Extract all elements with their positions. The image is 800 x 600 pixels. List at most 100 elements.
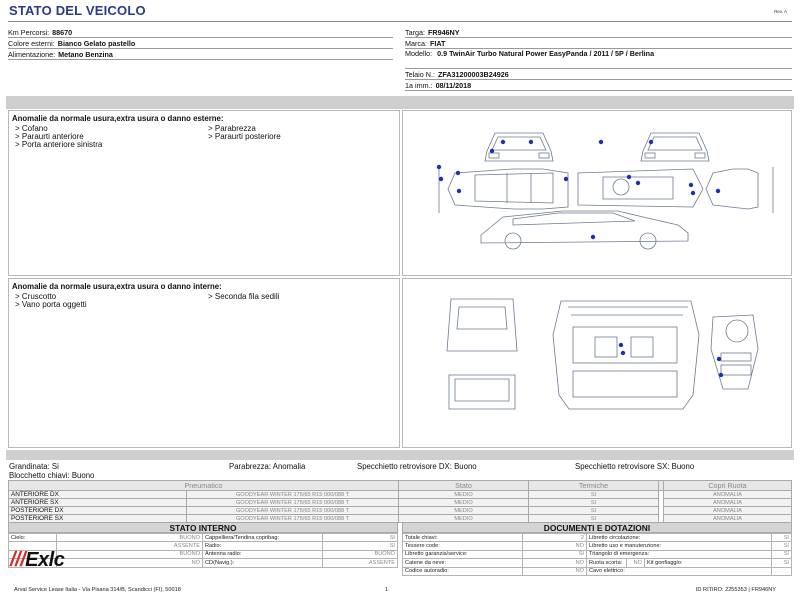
info-row-colore: Colore esterni: Bianco Gelato pastello: [8, 38, 393, 49]
doc-value: SI: [771, 532, 792, 543]
doc-key: Codice autoradio:: [402, 566, 523, 576]
stato-interno-row: ASSENTE Radio: SI: [8, 541, 398, 551]
tyre-model: GOODYEAR WINTER 175/65 R15 000/088 T: [186, 506, 399, 515]
tyre-termiche: SI: [528, 506, 659, 515]
condition-summary: Grandinata: Si Parabrezza: Anomalia Spec…: [9, 462, 793, 480]
tyre-row: ANTERIORE DX GOODYEAR WINTER 175/65 R15 …: [8, 490, 792, 499]
doc-key: Libretto uso e manutenzione:: [586, 541, 772, 551]
logo-text: Exlc: [25, 549, 65, 571]
doc-key: Kit gonfiaggio:: [644, 558, 772, 568]
footer-address: Arval Service Lease Italia - Via Pisana …: [14, 587, 181, 593]
marca-value: FIAT: [429, 39, 446, 48]
stato-interno-title: STATO INTERNO: [8, 522, 398, 533]
doc-value: [771, 566, 792, 576]
doc-key: Ruota scorta:: [586, 558, 627, 568]
damage-item-seconda-fila-sedili: > Seconda fila sedili: [208, 292, 280, 301]
logo-slashes: ///: [10, 549, 26, 571]
tyre-stato: MEDIO: [398, 506, 529, 515]
tyre-copri-ruota: ANOMALIA: [663, 506, 792, 515]
documenti-row: Libretto garanzia/service: SI Triangolo …: [402, 549, 792, 560]
damage-item-paraurti-posteriore: > Paraurti posteriore: [208, 132, 281, 141]
doc-value: NO: [626, 558, 645, 568]
doc-value: SI: [522, 549, 587, 560]
doc-value: 2: [522, 532, 587, 543]
exterior-car-outline-icon: [436, 132, 774, 250]
internal-damage-panel: Anomalie da normale usura,extra usura o …: [8, 278, 400, 448]
exterior-car-diagram: [402, 110, 792, 276]
page-title: STATO DEL VEICOLO: [9, 3, 146, 18]
pneumatico-header: Pneumatico: [8, 480, 399, 491]
modello-value: 0.9 TwinAir Turbo Natural Power EasyPand…: [437, 49, 655, 58]
colore-label: Colore esterni:: [8, 39, 55, 48]
info-row-km: Km Percorsi: 88670: [8, 27, 393, 38]
info-row-modello: Modello: 0.9 TwinAir Turbo Natural Power…: [405, 49, 792, 69]
km-value: 88670: [52, 28, 73, 37]
documenti-title: DOCUMENTI E DOTAZIONI: [402, 522, 792, 533]
info-row-immatricolazione: 1a imm.: 08/11/2018: [405, 80, 792, 91]
immatricolazione-label: 1a imm.:: [405, 81, 433, 90]
documenti-section: DOCUMENTI E DOTAZIONI Totale chiavi: 2 L…: [402, 522, 792, 576]
documenti-row: Catene da neve: NO Ruota scorta: NO Kit …: [402, 558, 792, 568]
si-value: ASSENTE: [322, 558, 398, 568]
si-value: NO: [56, 558, 203, 568]
si-key: Cappelliera/Tendina copribag:: [202, 532, 323, 543]
interior-car-diagram: [402, 278, 792, 448]
info-row-marca: Marca: FIAT: [405, 38, 792, 49]
doc-value: NO: [522, 558, 587, 568]
doc-key: Libretto garanzia/service:: [402, 549, 523, 560]
external-damage-panel: Anomalie da normale usura,extra usura o …: [8, 110, 400, 276]
marca-label: Marca:: [405, 39, 427, 48]
doc-key: Tessere code:: [402, 541, 523, 551]
si-key: Cielo:: [8, 532, 57, 543]
footer-ritiro-id: ID RITIRO: 2255353 | FR946NY: [695, 587, 776, 593]
doc-value: SI: [771, 549, 792, 560]
interior-car-outline-icon: [446, 298, 759, 410]
external-damage-list: > Cofano > Parabrezza > Paraurti anterio…: [15, 125, 399, 149]
targa-value: FR946NY: [427, 28, 460, 37]
doc-key: Cavo elettrico:: [586, 566, 772, 576]
tyre-stato: MEDIO: [398, 498, 529, 507]
damage-item-porta-anteriore-sinistra: > Porta anteriore sinistra: [15, 140, 103, 149]
vehicle-info-left: Km Percorsi: 88670 Colore esterni: Bianc…: [8, 27, 393, 60]
blocchetto-text: Blocchetto chiavi: Buono: [9, 471, 95, 480]
internal-damage-list: > Cruscotto > Seconda fila sedili > Vano…: [15, 293, 399, 309]
documenti-row: Tessere code: NO Libretto uso e manutenz…: [402, 541, 792, 551]
doc-key: Totale chiavi:: [402, 532, 523, 543]
summary-divider-bar: [6, 450, 794, 460]
damage-item-vano-porta-oggetti: > Vano porta oggetti: [15, 300, 87, 309]
section-divider-bar: [6, 96, 794, 109]
stato-interno-section: STATO INTERNO Cielo: BUONO Cappelliera/T…: [8, 522, 398, 568]
footer-page-number: 1: [385, 587, 389, 593]
tyre-model: GOODYEAR WINTER 175/65 R15 000/088 T: [186, 490, 399, 499]
parabrezza-text: Parabrezza: Anomalia: [229, 462, 306, 471]
si-key: CD(Navig.):: [202, 558, 323, 568]
tyre-row: ANTERIORE SX GOODYEAR WINTER 175/65 R15 …: [8, 498, 792, 507]
stato-header: Stato: [398, 480, 529, 491]
exlc-logo: ///Exlc: [10, 549, 65, 572]
tyre-termiche: SI: [528, 498, 659, 507]
modello-label: Modello:: [405, 49, 433, 58]
colore-value: Bianco Gelato pastello: [57, 39, 136, 48]
alimentazione-value: Metano Benzina: [58, 50, 113, 59]
info-row-alimentazione: Alimentazione: Metano Benzina: [8, 49, 393, 60]
grandinata-text: Grandinata: Si: [9, 462, 59, 471]
immatricolazione-value: 08/11/2018: [435, 81, 472, 90]
termiche-header: Termiche: [528, 480, 659, 491]
tyre-position: ANTERIORE DX: [8, 490, 187, 499]
stato-interno-row: NO CD(Navig.): ASSENTE: [8, 558, 398, 568]
tyre-termiche: SI: [528, 490, 659, 499]
damage-markers: [436, 139, 721, 240]
doc-value: SI: [771, 541, 792, 551]
stato-interno-row: BUONO Antenna radio: BUONO: [8, 549, 398, 560]
revision-label: Rev. A: [774, 9, 787, 14]
targa-label: Targa:: [405, 28, 425, 37]
interior-damage-markers: [618, 342, 724, 378]
telaio-value: ZFA31200003B24926: [437, 70, 509, 79]
si-key: Antenna radio:: [202, 549, 323, 560]
tyre-copri-ruota: ANOMALIA: [663, 498, 792, 507]
si-value: BUONO: [56, 532, 203, 543]
doc-value: NO: [522, 566, 587, 576]
si-value: BUONO: [322, 549, 398, 560]
doc-value: NO: [522, 541, 587, 551]
info-row-telaio: Telaio N.: ZFA31200003B24926: [405, 69, 792, 80]
